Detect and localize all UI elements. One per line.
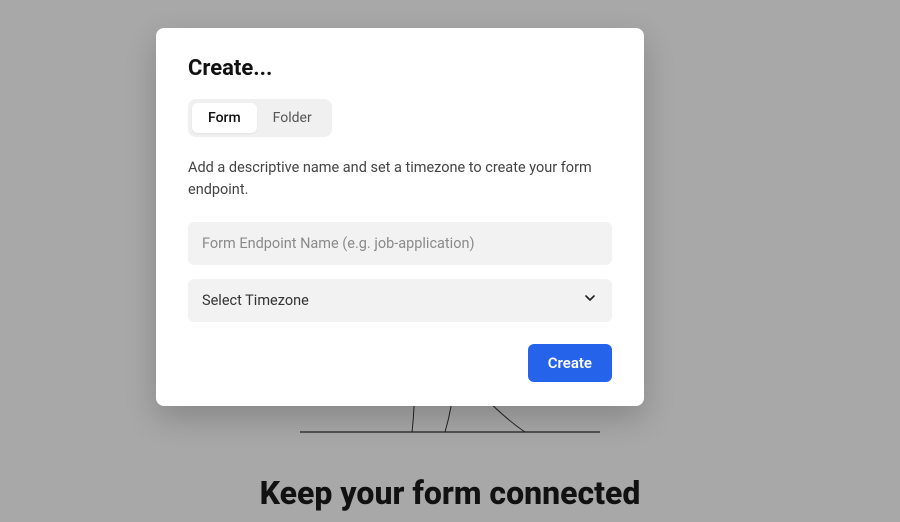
create-modal: Create... Form Folder Add a descriptive … [156,28,644,406]
tab-form[interactable]: Form [192,103,257,133]
timezone-select[interactable]: Select Timezone [188,279,612,322]
type-segmented-control: Form Folder [188,99,332,137]
create-button[interactable]: Create [528,344,612,382]
form-name-input[interactable] [188,222,612,265]
timezone-select-wrapper: Select Timezone [188,279,612,322]
modal-description: Add a descriptive name and set a timezon… [188,157,598,202]
modal-title: Create... [188,56,612,81]
tab-folder[interactable]: Folder [257,103,328,133]
modal-actions: Create [188,344,612,382]
modal-backdrop: Keep your form connected Create... Form … [0,0,900,522]
background-headline: Keep your form connected [0,474,900,512]
